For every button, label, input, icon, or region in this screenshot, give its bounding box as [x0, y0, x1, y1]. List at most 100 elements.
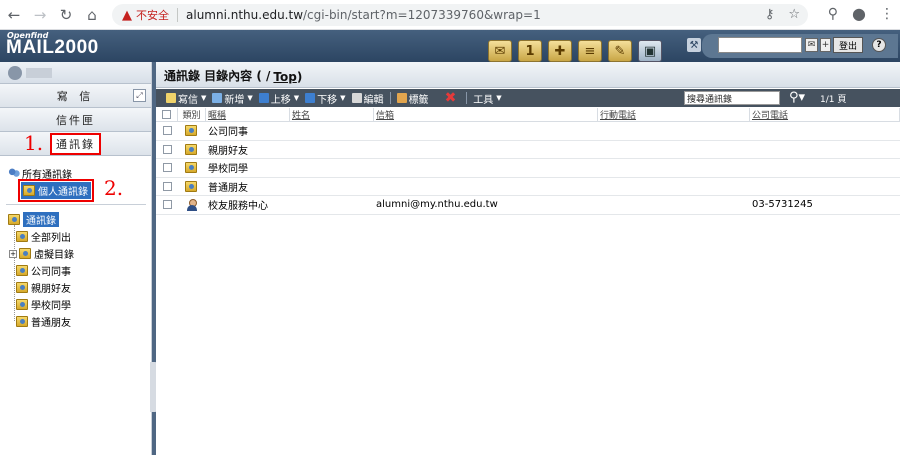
personal-contacts[interactable]: 個人通訊錄: [18, 179, 94, 202]
row-checkbox[interactable]: [162, 126, 172, 136]
annotation-1: 1.: [24, 131, 44, 155]
back-arrow-icon[interactable]: ←: [2, 3, 26, 27]
row-nickname[interactable]: 學校同學: [206, 160, 290, 175]
table-row[interactable]: 學校同學: [156, 159, 900, 178]
menu-icon[interactable]: ⋮: [880, 6, 894, 22]
header-nickname[interactable]: 暱稱: [206, 108, 290, 121]
row-nickname[interactable]: 普通朋友: [206, 179, 290, 194]
table-row[interactable]: 親朋好友: [156, 141, 900, 159]
star-icon[interactable]: ☆: [788, 7, 800, 22]
edit-button[interactable]: 編輯: [351, 91, 384, 106]
header-type: 類別: [178, 108, 206, 121]
page-indicator: 1/1 頁: [820, 95, 847, 105]
user-name: [26, 67, 52, 78]
select-all-checkbox[interactable]: [162, 110, 171, 119]
people-icon: [8, 168, 20, 179]
user-bar: [0, 62, 151, 84]
chevron-down-icon: ▼: [293, 94, 300, 102]
row-checkbox[interactable]: [162, 163, 172, 173]
calendar-icon[interactable]: 1: [518, 40, 542, 62]
tree-item-virtual[interactable]: + 虛擬目錄: [9, 246, 74, 261]
header-search-input[interactable]: [718, 37, 802, 53]
page-title: 通訊錄 目錄內容 ( / Top ): [156, 62, 900, 88]
tag-button[interactable]: 標籤: [396, 91, 429, 106]
row-checkbox[interactable]: [162, 144, 172, 154]
tag-icon[interactable]: ✎: [608, 40, 632, 62]
warning-icon: ▲: [122, 7, 132, 23]
inbox-label: 信件匣: [56, 113, 95, 127]
chevron-down-icon: ▼: [496, 94, 502, 102]
forward-arrow-icon[interactable]: →: [28, 3, 52, 27]
row-checkbox[interactable]: [162, 200, 172, 210]
header-mobile[interactable]: 行動電話: [598, 108, 750, 121]
tools-button[interactable]: 工具 ▼: [473, 91, 501, 106]
monitor-icon[interactable]: ▣: [638, 40, 662, 62]
tree-item-all[interactable]: 全部列出: [16, 229, 71, 244]
row-email[interactable]: alumni@my.nthu.edu.tw: [374, 199, 598, 210]
popout-icon[interactable]: ⤢: [133, 89, 146, 102]
app-header: Openfind MAIL2000 ✉ 1 ✚ ≡ ✎ ▣ ⚒ ✉ + 登出 ?: [0, 30, 900, 62]
top-link[interactable]: Top: [273, 70, 296, 84]
home-icon[interactable]: ⌂: [80, 3, 104, 27]
table-row[interactable]: 公司同事: [156, 122, 900, 141]
row-nickname[interactable]: 親朋好友: [206, 142, 290, 157]
search-icon[interactable]: ⚲▾: [789, 90, 805, 105]
browser-toolbar: ← → ↻ ⌂ ▲ 不安全 alumni.nthu.edu.tw/cgi-bin…: [0, 0, 900, 30]
move-up-button[interactable]: 上移 ▼: [258, 91, 300, 106]
row-checkbox[interactable]: [162, 181, 172, 191]
table-row[interactable]: 校友服務中心 alumni@my.nthu.edu.tw 03-5731245: [156, 196, 900, 215]
contact-book-icon: [8, 214, 20, 225]
address-bar[interactable]: ▲ 不安全 alumni.nthu.edu.tw/cgi-bin/start?m…: [112, 4, 808, 26]
inbox-tab[interactable]: 信件匣: [0, 108, 151, 132]
logout-button[interactable]: 登出: [833, 37, 863, 53]
tree-item-colleagues[interactable]: 公司同事: [16, 263, 71, 278]
edit-icon: [351, 93, 362, 103]
folder-icon: [16, 299, 28, 310]
url-host: alumni.nthu.edu.tw: [186, 8, 304, 22]
delete-x-icon: ✖: [444, 90, 457, 106]
delete-button[interactable]: ✖: [445, 90, 457, 106]
mail-icon[interactable]: ✉: [488, 40, 512, 62]
plus-icon[interactable]: +: [820, 38, 831, 52]
header-email[interactable]: 信箱: [374, 108, 598, 121]
header-company-phone[interactable]: 公司電話: [750, 108, 900, 121]
tree-item-classmates[interactable]: 學校同學: [16, 297, 71, 312]
wrench-icon[interactable]: ⚒: [687, 38, 701, 52]
chevron-down-icon: ▼: [247, 94, 253, 102]
tree-item-friends[interactable]: 普通朋友: [16, 314, 71, 329]
contact-book-icon: [23, 185, 35, 196]
row-nickname[interactable]: 校友服務中心: [206, 197, 290, 212]
row-nickname[interactable]: 公司同事: [206, 123, 290, 138]
profile-icon[interactable]: ●: [852, 4, 866, 23]
contacts-tab[interactable]: 通訊錄: [0, 132, 151, 156]
add-button[interactable]: 新增 ▼: [212, 91, 253, 106]
write-button[interactable]: 寫信 ▼: [166, 91, 206, 106]
person-icon: [186, 198, 198, 211]
arrow-up-icon: [258, 93, 269, 103]
header-name[interactable]: 姓名: [290, 108, 374, 121]
expand-icon[interactable]: +: [9, 249, 17, 258]
help-button[interactable]: ?: [872, 38, 886, 52]
memo-icon[interactable]: ≡: [578, 40, 602, 62]
contacts-toolbar: 寫信 ▼ 新增 ▼ 上移 ▼ 下移 ▼ 編輯 標籤 ✖ 工具 ▼ 搜尋通訊錄 ⚲…: [156, 89, 900, 107]
move-down-button[interactable]: 下移 ▼: [305, 91, 346, 106]
app-window: ← → ↻ ⌂ ▲ 不安全 alumni.nthu.edu.tw/cgi-bin…: [0, 0, 900, 455]
contacts-table: 類別 暱稱 姓名 信箱 行動電話 公司電話 公司同事 親朋好友 學校同學 普通朋…: [156, 108, 900, 215]
sidebar: 寫 信 ⤢ 信件匣 通訊錄 1. 所有通訊錄 個人通訊錄 2. 通訊錄 全部列出…: [0, 62, 152, 455]
compose-tab[interactable]: 寫 信 ⤢: [0, 84, 151, 108]
contacts-search-input[interactable]: 搜尋通訊錄: [684, 91, 780, 105]
key-icon[interactable]: ⚷: [765, 7, 775, 22]
chevron-down-icon: ▼: [201, 94, 207, 102]
group-icon: [184, 143, 197, 155]
table-row[interactable]: 普通朋友: [156, 178, 900, 196]
reload-icon[interactable]: ↻: [54, 3, 78, 27]
mail-search-icon[interactable]: ✉: [805, 38, 818, 52]
notes-icon[interactable]: ✚: [548, 40, 572, 62]
add-contact-icon: [212, 93, 223, 103]
arrow-down-icon: [305, 93, 316, 103]
extension-icon[interactable]: ⚲: [828, 6, 838, 22]
contact-book-root[interactable]: 通訊錄: [8, 212, 59, 227]
tree-item-family[interactable]: 親朋好友: [16, 280, 71, 295]
folder-icon: [16, 265, 28, 276]
folder-icon: [19, 248, 31, 259]
